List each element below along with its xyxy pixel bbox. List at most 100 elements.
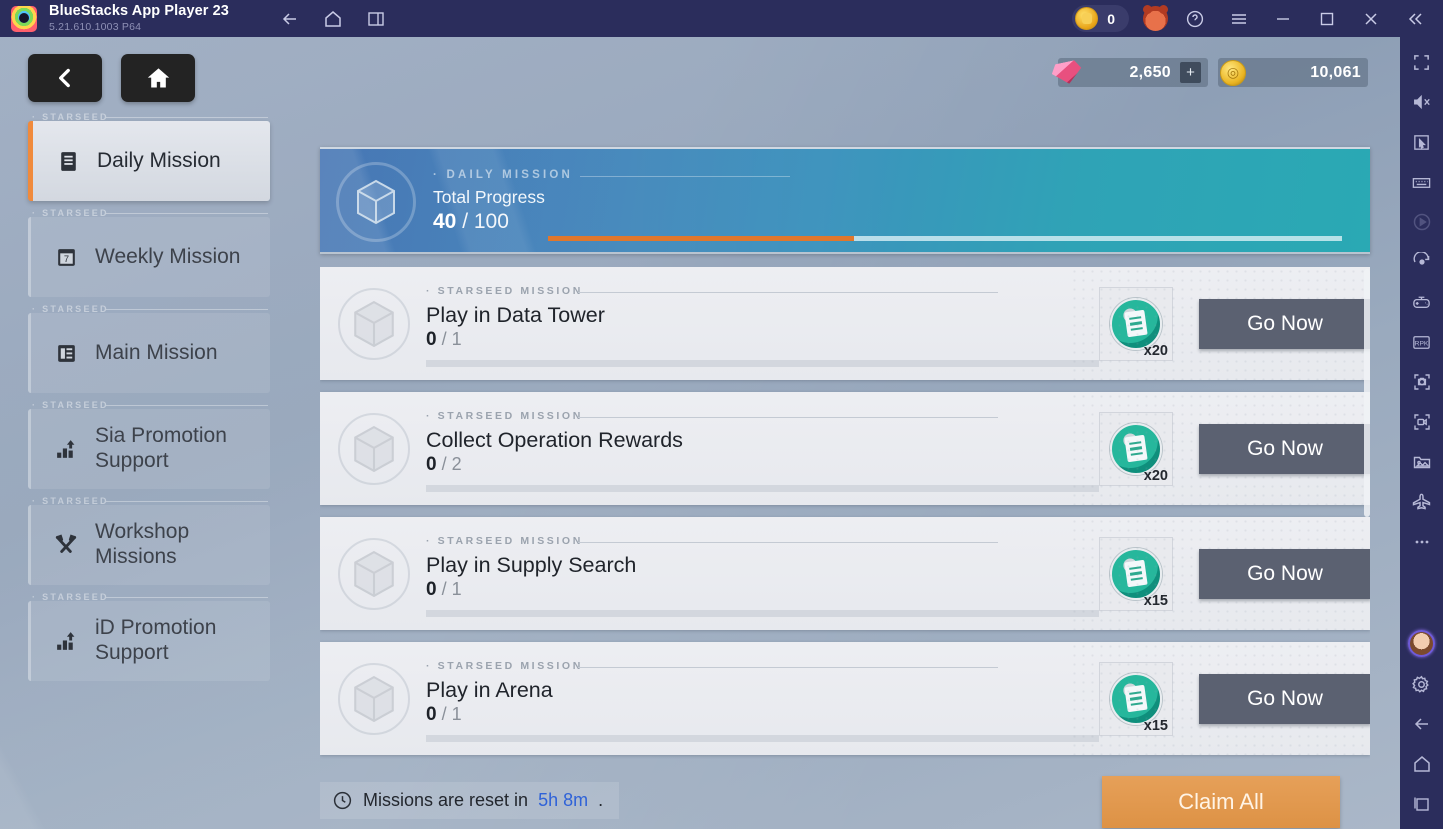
recents-icon[interactable] [1407, 789, 1437, 819]
sidebar-rule [106, 117, 268, 118]
currency-bar: 2,650 + 10,061 [1058, 58, 1368, 87]
mute-icon[interactable] [1407, 87, 1437, 117]
sidebar-eyebrow: STARSEED [32, 496, 114, 506]
sidebar-item-label: Daily Mission [97, 148, 221, 172]
record-icon[interactable] [1407, 407, 1437, 437]
sidebar-item-label: Main Mission [95, 340, 218, 364]
multi-instance-icon[interactable] [365, 8, 387, 30]
go-now-button[interactable]: Go Now [1199, 423, 1370, 474]
mission-reward[interactable]: x15 [1099, 661, 1173, 736]
sidebar-rule [106, 405, 268, 406]
calendar-7-icon: 7 [51, 245, 81, 270]
sidebar-item-main-mission[interactable]: STARSEED Main Mission [28, 304, 270, 393]
home-icon[interactable] [1407, 749, 1437, 779]
bluestacks-coin-pill[interactable]: 0 [1072, 5, 1129, 32]
bluestacks-logo-icon [11, 5, 37, 32]
rpk-icon[interactable]: RPK [1407, 327, 1437, 357]
home-icon[interactable] [322, 8, 344, 30]
game-viewport: 2,650 + 10,061 STARSEED Daily Mission [0, 37, 1400, 829]
reset-prefix: Missions are reset in [363, 790, 529, 810]
clipboard-icon [53, 149, 83, 174]
go-now-button[interactable]: Go Now [1199, 548, 1370, 599]
mission-progress-denominator: / 1 [441, 578, 462, 599]
add-gems-button[interactable]: + [1180, 62, 1201, 83]
game-nav-buttons [28, 54, 195, 102]
close-icon[interactable] [1360, 8, 1382, 30]
media-folder-icon[interactable] [1407, 447, 1437, 477]
claim-all-button[interactable]: Claim All [1102, 776, 1340, 828]
sidebar-item-sia-promotion-support[interactable]: STARSEED Sia Promotion Support [28, 400, 270, 489]
maximize-icon[interactable] [1316, 8, 1338, 30]
window-controls [1184, 8, 1443, 30]
sidebar-button[interactable]: 7 Weekly Mission [28, 217, 270, 297]
mission-reward[interactable]: x20 [1099, 286, 1173, 361]
total-progress-banner: DAILY MISSION Total Progress 40 / 100 [320, 147, 1370, 254]
help-icon[interactable] [1184, 8, 1206, 30]
sidebar-button[interactable]: Workshop Missions [28, 505, 270, 585]
sidebar-button[interactable]: Main Mission [28, 313, 270, 393]
airplane-icon[interactable] [1407, 487, 1437, 517]
sidebar-item-weekly-mission[interactable]: STARSEED 7 Weekly Mission [28, 208, 270, 297]
mission-progress-bar [426, 359, 1099, 367]
menu-icon[interactable] [1228, 8, 1250, 30]
back-arrow-icon[interactable] [1407, 709, 1437, 739]
mission-list-scrollbar[interactable] [1364, 269, 1370, 517]
tools-icon [51, 532, 81, 558]
settings-gear-icon[interactable] [1407, 669, 1437, 699]
mission-progress-bar [426, 484, 1099, 492]
minimize-icon[interactable] [1272, 8, 1294, 30]
mission-progress-current: 0 [426, 453, 437, 475]
cursor-icon[interactable] [1407, 127, 1437, 157]
sidebar-button[interactable]: Sia Promotion Support [28, 409, 270, 489]
more-icon[interactable] [1407, 527, 1437, 557]
sidebar-button[interactable]: Daily Mission [28, 121, 270, 201]
keyboard-icon[interactable] [1407, 167, 1437, 197]
go-now-button[interactable]: Go Now [1199, 298, 1370, 349]
mission-list[interactable]: STARSEED MISSION Play in Data Tower 0 / … [320, 267, 1370, 759]
rotate-icon[interactable] [1407, 247, 1437, 277]
collapse-icon[interactable] [1404, 8, 1426, 30]
mission-title: Play in Arena [426, 677, 553, 702]
mission-progress-text: 0 / 1 [426, 329, 1099, 351]
gamepad-icon[interactable] [1407, 287, 1437, 317]
back-arrow-icon[interactable] [279, 8, 301, 30]
sidebar-eyebrow: STARSEED [32, 304, 114, 314]
fullscreen-icon[interactable] [1407, 47, 1437, 77]
mission-progress-text: 0 / 1 [426, 579, 1099, 601]
bar-chart-up-icon [51, 629, 81, 654]
bluestacks-window: BlueStacks App Player 23 5.21.610.1003 P… [0, 0, 1443, 829]
list-icon [51, 341, 81, 366]
screenshot-icon[interactable] [1407, 367, 1437, 397]
coin-count: 0 [1107, 10, 1115, 27]
gem-amount: 2,650 [1129, 63, 1171, 81]
mission-cube-icon [338, 537, 410, 610]
svg-text:7: 7 [63, 254, 68, 264]
mission-row: STARSEED MISSION Play in Arena 0 / 1 x15 [320, 642, 1370, 755]
reward-quantity: x20 [1143, 467, 1168, 484]
mission-info: STARSEED MISSION Play in Data Tower 0 / … [426, 281, 1099, 367]
banner-progress-current: 40 [433, 210, 457, 233]
mission-reward[interactable]: x20 [1099, 411, 1173, 486]
mission-info: STARSEED MISSION Play in Supply Search 0… [426, 531, 1099, 617]
play-icon[interactable] [1407, 207, 1437, 237]
go-now-button[interactable]: Go Now [1199, 673, 1370, 724]
mission-title: Collect Operation Rewards [426, 427, 683, 452]
game-home-button[interactable] [121, 54, 195, 102]
mission-reward[interactable]: x15 [1099, 536, 1173, 611]
user-avatar[interactable] [1143, 5, 1168, 31]
gold-currency[interactable]: 10,061 [1218, 58, 1368, 87]
sidebar-rule [106, 309, 268, 310]
sidebar-button[interactable]: iD Promotion Support [28, 601, 270, 681]
mission-content-panel: DAILY MISSION Total Progress 40 / 100 [320, 147, 1370, 759]
mission-progress-current: 0 [426, 703, 437, 725]
app-version: 5.21.610.1003 P64 [49, 20, 142, 33]
sidebar-item-id-promotion-support[interactable]: STARSEED iD Promotion Support [28, 592, 270, 681]
mission-progress-current: 0 [426, 328, 437, 350]
banner-subtitle: Total Progress [433, 187, 545, 207]
game-back-button[interactable] [28, 54, 102, 102]
sidebar-item-daily-mission[interactable]: STARSEED Daily Mission [28, 112, 270, 201]
game-profile-avatar[interactable] [1408, 630, 1435, 657]
sidebar-item-workshop-missions[interactable]: STARSEED Workshop Missions [28, 496, 270, 585]
mission-progress-text: 0 / 1 [426, 704, 1099, 726]
gem-currency[interactable]: 2,650 + [1058, 58, 1208, 87]
